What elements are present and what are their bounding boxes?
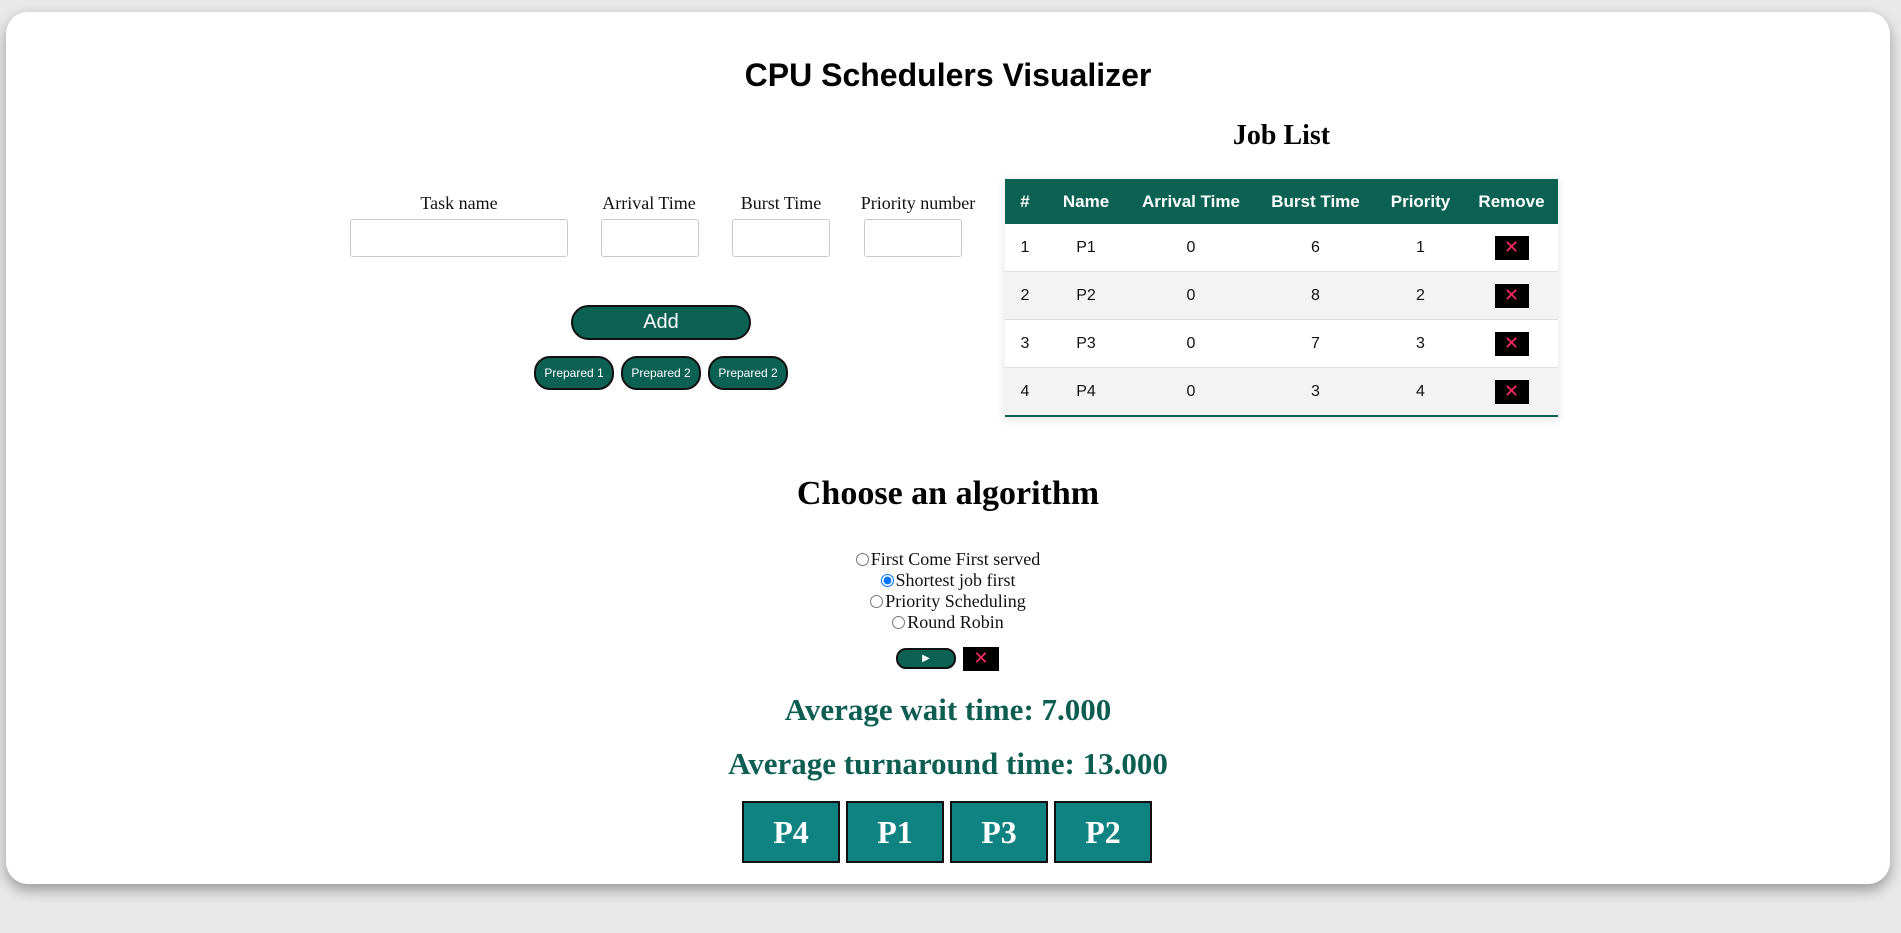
- radio-priority[interactable]: [870, 595, 884, 608]
- gantt-block: P2: [1054, 801, 1152, 863]
- row-remove-cell: ✕: [1465, 224, 1558, 272]
- row-index: 3: [1005, 319, 1045, 368]
- row-priority: 1: [1376, 224, 1465, 272]
- col-remove: Remove: [1465, 179, 1558, 224]
- add-button[interactable]: Add: [571, 305, 751, 340]
- col-index: #: [1005, 179, 1045, 224]
- row-arrival: 0: [1127, 319, 1255, 368]
- option-label: Round Robin: [907, 612, 1004, 632]
- average-wait-time: Average wait time: 7.000: [784, 692, 1112, 727]
- job-list-header-row: # Name Arrival Time Burst Time Priority …: [1005, 179, 1558, 224]
- table-row: 3 P3 0 7 3 ✕: [1005, 319, 1558, 368]
- algorithm-title: Choose an algorithm: [796, 475, 1100, 512]
- col-burst-time: Burst Time: [1255, 179, 1376, 224]
- row-remove-cell: ✕: [1465, 367, 1558, 417]
- priority-number-input[interactable]: [864, 219, 962, 257]
- prepared-1-button[interactable]: Prepared 1: [534, 356, 614, 390]
- option-label: First Come First served: [870, 549, 1041, 569]
- row-arrival: 0: [1127, 367, 1255, 417]
- row-index: 2: [1005, 271, 1045, 320]
- gantt-block: P3: [950, 801, 1048, 863]
- job-list-table: # Name Arrival Time Burst Time Priority …: [1005, 179, 1558, 417]
- row-burst: 8: [1255, 271, 1376, 320]
- row-burst: 7: [1255, 319, 1376, 368]
- row-burst: 3: [1255, 367, 1376, 417]
- col-priority: Priority: [1376, 179, 1465, 224]
- page-title: CPU Schedulers Visualizer: [744, 57, 1152, 93]
- algorithm-option-fcfs: First Come First served: [0, 549, 1896, 570]
- algorithm-option-priority: Priority Scheduling: [0, 591, 1896, 612]
- job-list-title: Job List: [1232, 120, 1331, 151]
- prepared-2-button[interactable]: Prepared 2: [621, 356, 701, 390]
- row-priority: 2: [1376, 271, 1465, 320]
- burst-time-input[interactable]: [732, 219, 830, 257]
- row-priority: 4: [1376, 367, 1465, 417]
- col-arrival-time: Arrival Time: [1127, 179, 1255, 224]
- remove-icon[interactable]: ✕: [1494, 379, 1529, 404]
- priority-number-label: Priority number: [860, 193, 976, 213]
- remove-icon[interactable]: ✕: [1494, 235, 1529, 260]
- prepared-3-button[interactable]: Prepared 2: [708, 356, 788, 390]
- remove-icon[interactable]: ✕: [1494, 331, 1529, 356]
- table-row: 1 P1 0 6 1 ✕: [1005, 224, 1558, 272]
- clear-icon[interactable]: ✕: [963, 647, 999, 671]
- radio-round-robin[interactable]: [892, 616, 906, 629]
- row-name: P3: [1045, 319, 1127, 368]
- row-name: P4: [1045, 367, 1127, 417]
- row-index: 1: [1005, 224, 1045, 272]
- average-turnaround-time: Average turnaround time: 13.000: [728, 746, 1168, 781]
- burst-time-label: Burst Time: [740, 193, 822, 213]
- play-icon[interactable]: ▶: [896, 648, 956, 669]
- col-name: Name: [1045, 179, 1127, 224]
- arrival-time-input[interactable]: [601, 219, 699, 257]
- algorithm-option-sjf: Shortest job first: [0, 570, 1896, 591]
- row-name: P2: [1045, 271, 1127, 320]
- option-label: Shortest job first: [895, 570, 1016, 590]
- arrival-time-label: Arrival Time: [602, 193, 696, 213]
- gantt-block: P4: [742, 801, 840, 863]
- remove-icon[interactable]: ✕: [1494, 283, 1529, 308]
- table-row: 2 P2 0 8 2 ✕: [1005, 271, 1558, 320]
- gantt-block: P1: [846, 801, 944, 863]
- radio-fcfs[interactable]: [855, 553, 869, 566]
- row-remove-cell: ✕: [1465, 319, 1558, 368]
- gantt-chart: P4 P1 P3 P2: [742, 801, 1158, 863]
- row-arrival: 0: [1127, 271, 1255, 320]
- radio-sjf[interactable]: [880, 574, 894, 587]
- row-arrival: 0: [1127, 224, 1255, 272]
- task-name-input[interactable]: [350, 219, 568, 257]
- row-index: 4: [1005, 367, 1045, 417]
- table-row: 4 P4 0 3 4 ✕: [1005, 367, 1558, 417]
- option-label: Priority Scheduling: [885, 591, 1026, 611]
- row-remove-cell: ✕: [1465, 271, 1558, 320]
- row-burst: 6: [1255, 224, 1376, 272]
- row-priority: 3: [1376, 319, 1465, 368]
- row-name: P1: [1045, 224, 1127, 272]
- task-name-label: Task name: [420, 193, 498, 213]
- algorithm-option-round-robin: Round Robin: [0, 612, 1896, 633]
